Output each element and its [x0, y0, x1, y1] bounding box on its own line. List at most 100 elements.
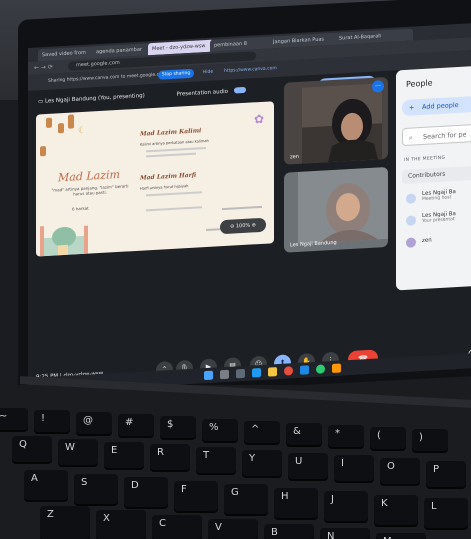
avatar	[406, 193, 416, 204]
keyboard-key-label: ~	[0, 411, 8, 422]
participant-video	[302, 83, 382, 164]
keyboard-key[interactable]: V	[208, 519, 258, 539]
hide-button[interactable]: Hide	[198, 67, 218, 77]
whatsapp-icon[interactable]	[316, 364, 325, 374]
keyboard-key[interactable]: N	[320, 528, 370, 539]
audio-toggle[interactable]	[233, 86, 246, 94]
photo-scene: Saved video from agenda panambar Meet - …	[0, 0, 471, 539]
keyboard-key[interactable]: ~	[0, 408, 28, 430]
keyboard-key[interactable]: F	[174, 480, 218, 511]
participant-tile-self[interactable]: Les Ngaji Bandung	[284, 166, 388, 253]
file-explorer-icon[interactable]	[268, 367, 277, 377]
search-people-input[interactable]: ⌕ Search for pe	[402, 123, 471, 147]
participant-tile-zen[interactable]: ⋯ zen	[284, 76, 388, 165]
keyboard-key[interactable]: U	[288, 452, 328, 479]
slide-harkat: 6 harkat	[72, 205, 89, 212]
zoom-control[interactable]: ⊖ 100% ⊕	[220, 217, 266, 235]
keyboard-key[interactable]: B	[264, 523, 314, 539]
section1-body: Kalimi artinya perkataan atau kalimah	[140, 138, 209, 147]
add-person-icon: +	[409, 103, 415, 112]
canva-link[interactable]: https://www.canva.com	[224, 66, 277, 74]
keyboard-key-label: G	[231, 487, 239, 498]
chrome-icon[interactable]	[284, 366, 293, 376]
keyboard-key[interactable]: H	[274, 487, 318, 518]
participant-row[interactable]: zen	[422, 237, 432, 244]
mosque-illustration	[40, 225, 88, 257]
slide-main-subtitle: "mad" artinya panjang, "lazim" berarti h…	[51, 183, 129, 197]
keyboard-key[interactable]: *	[328, 424, 364, 447]
in-meeting-heading: IN THE MEETING	[404, 155, 446, 163]
keyboard-key[interactable]: Q	[12, 436, 52, 462]
arabic-text-line	[222, 205, 262, 211]
keyboard-key-label: ^	[251, 423, 260, 435]
keyboard-key-label: L	[431, 501, 437, 512]
keyboard-key[interactable]: Z	[40, 506, 90, 539]
keyboard-key[interactable]: ^	[244, 420, 280, 443]
keyboard-key[interactable]: E	[104, 441, 144, 468]
windows-start-icon[interactable]	[204, 370, 213, 381]
keyboard-key-label: C	[159, 517, 166, 529]
search-placeholder: Search for pe	[423, 130, 467, 141]
search-icon: ⌕	[409, 133, 413, 142]
keyboard-key-label: @	[83, 415, 93, 427]
stop-sharing-button[interactable]: Stop sharing	[158, 68, 194, 80]
keyboard-key[interactable]: Y	[242, 449, 282, 476]
keyboard-key-label: D	[131, 480, 139, 491]
nav-arrows-icon[interactable]: ← → ⟳	[34, 64, 53, 72]
keyboard-key[interactable]: A	[24, 470, 68, 500]
keyboard-key[interactable]: L	[424, 498, 468, 528]
keyboard-key-label: $	[167, 419, 174, 431]
keyboard-key[interactable]: X	[96, 510, 146, 539]
keyboard-key-label: E	[111, 444, 118, 456]
share-notice-text: Sharing https://www.canva.com to meet.go…	[48, 72, 167, 84]
add-people-label: Add people	[422, 100, 459, 111]
participant-row[interactable]: Les Ngaji Ba Meeting host	[422, 189, 456, 202]
keyboard-key[interactable]: )	[412, 429, 448, 451]
zoom-level: 100%	[235, 222, 251, 230]
keyboard-key[interactable]: J	[324, 491, 368, 521]
keyboard-key[interactable]: (	[370, 426, 406, 449]
avatar	[406, 237, 416, 248]
app-icon[interactable]	[332, 363, 341, 374]
keyboard-key[interactable]: W	[58, 438, 98, 465]
keyboard-key-label: !	[41, 413, 46, 425]
keyboard-key[interactable]: &	[286, 422, 322, 445]
lantern-decoration	[58, 122, 64, 134]
keyboard-key[interactable]: K	[374, 494, 418, 525]
keyboard-key[interactable]: D	[124, 477, 168, 507]
participant-row[interactable]: Les Ngaji Ba Your presentat	[422, 211, 456, 224]
participant-name: zen	[290, 153, 299, 161]
slide-main-title: Mad Lazim	[58, 167, 120, 185]
keyboard-key-label: %	[209, 421, 219, 433]
keyboard-key[interactable]: I	[334, 455, 374, 482]
search-icon[interactable]	[220, 369, 229, 380]
keyboard-key[interactable]: M	[376, 532, 426, 539]
keyboard-key[interactable]: O	[380, 458, 420, 485]
keyboard-key-label: (	[377, 429, 381, 441]
keyboard-key[interactable]: $	[160, 416, 196, 439]
keyboard-key[interactable]: T	[196, 447, 236, 474]
keyboard-key[interactable]: #	[118, 414, 154, 437]
keyboard-key[interactable]: C	[152, 514, 202, 539]
store-icon[interactable]	[300, 365, 309, 375]
keyboard-key[interactable]: R	[150, 444, 190, 471]
more-options-icon[interactable]: ⋯	[372, 80, 384, 93]
add-people-button[interactable]: + Add people	[402, 95, 471, 117]
keyboard-key-label: Q	[19, 439, 27, 450]
keyboard-key-label: W	[65, 441, 75, 453]
keyboard-key-label: Y	[249, 452, 256, 464]
keyboard-key[interactable]: !	[34, 410, 70, 433]
keyboard-key[interactable]: S	[74, 473, 118, 504]
lantern-decoration	[40, 145, 46, 157]
keyboard-key[interactable]: G	[224, 484, 268, 514]
zoom-in-icon[interactable]: ⊕	[250, 222, 256, 228]
text-line	[146, 191, 202, 197]
flower-decoration: ✿	[254, 111, 265, 127]
contributors-section[interactable]: Contributors	[402, 165, 471, 185]
keyboard-key[interactable]: @	[76, 412, 112, 435]
edge-icon[interactable]	[252, 367, 261, 378]
task-view-icon[interactable]	[236, 368, 245, 379]
keyboard-key-label: V	[215, 522, 222, 534]
keyboard-key[interactable]: P	[426, 460, 466, 487]
keyboard-key[interactable]: %	[202, 418, 238, 441]
